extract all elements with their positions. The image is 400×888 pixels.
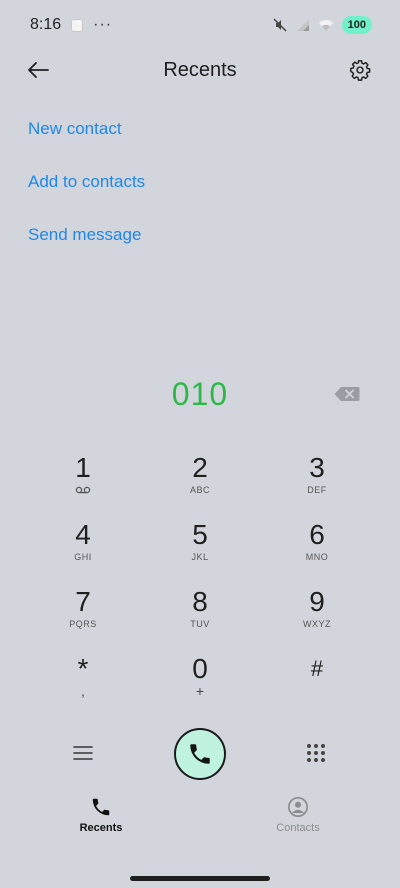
key-letters: GHI [74, 552, 92, 562]
key-6[interactable]: 6 MNO [234, 515, 400, 582]
key-letters: PQRS [69, 619, 97, 629]
new-contact-link[interactable]: New contact [28, 118, 145, 140]
more-notifications-icon: ··· [93, 16, 113, 33]
number-actions: New contact Add to contacts Send message [28, 118, 145, 277]
wifi-icon [318, 20, 333, 31]
send-message-link[interactable]: Send message [28, 224, 145, 246]
key-hash[interactable]: # [234, 649, 400, 716]
dialpad: 1 2 ABC 3 DEF 4 GHI 5 JKL 6 MNO 7 PQRS 8… [0, 448, 400, 716]
back-button[interactable] [24, 56, 52, 84]
key-digit: 6 [309, 519, 325, 550]
status-time: 8:16 [30, 16, 62, 33]
key-4[interactable]: 4 GHI [0, 515, 166, 582]
app-header: Recents [0, 50, 400, 90]
tab-label: Recents [79, 822, 123, 834]
dialer-actions [0, 728, 400, 780]
key-letters: JKL [191, 552, 209, 562]
home-indicator[interactable] [130, 876, 270, 881]
tab-contacts[interactable]: Contacts [248, 796, 348, 846]
key-star[interactable]: * , [0, 649, 166, 716]
key-8[interactable]: 8 TUV [166, 582, 234, 649]
phone-icon [190, 744, 210, 764]
key-letters: WXYZ [303, 619, 331, 629]
page-title: Recents [163, 58, 237, 81]
key-9[interactable]: 9 WXYZ [234, 582, 400, 649]
backspace-icon [334, 387, 360, 401]
mute-vibrate-icon [273, 18, 287, 32]
voicemail-icon [75, 486, 91, 494]
key-digit: 5 [192, 519, 208, 550]
person-circle-icon [288, 797, 308, 817]
key-0[interactable]: 0 + [166, 649, 234, 716]
key-digit: # [310, 656, 324, 681]
key-1[interactable]: 1 [0, 448, 166, 515]
key-digit: 4 [75, 519, 91, 550]
key-letters: , [81, 683, 85, 699]
add-to-contacts-link[interactable]: Add to contacts [28, 171, 145, 193]
tab-label: Contacts [276, 822, 320, 834]
key-5[interactable]: 5 JKL [166, 515, 234, 582]
key-letters: MNO [305, 552, 329, 562]
key-digit: 2 [192, 452, 208, 483]
bottom-tab-bar: Recents Contacts [0, 796, 400, 846]
key-digit: 8 [192, 586, 208, 617]
status-icons: 100 [272, 16, 372, 34]
key-3[interactable]: 3 DEF [234, 448, 400, 515]
key-digit: 1 [75, 452, 91, 483]
key-letters: TUV [190, 619, 210, 629]
settings-button[interactable] [346, 56, 374, 84]
arrow-left-icon [28, 62, 49, 78]
key-digit: * [77, 653, 89, 684]
key-7[interactable]: 7 PQRS [0, 582, 166, 649]
call-button[interactable] [174, 728, 226, 780]
key-letters: ABC [189, 485, 210, 495]
dialpad-grid-icon [307, 744, 325, 762]
tab-recents[interactable]: Recents [51, 796, 151, 846]
key-2[interactable]: 2 ABC [166, 448, 234, 515]
key-digit: 9 [309, 586, 325, 617]
signal-icon [296, 19, 309, 31]
key-digit: 3 [309, 452, 325, 483]
battery-indicator: 100 [341, 16, 372, 34]
dialpad-toggle-button[interactable] [304, 741, 328, 765]
backspace-button[interactable] [334, 385, 360, 403]
key-letters: + [195, 683, 205, 699]
phone-icon [92, 798, 110, 816]
hamburger-menu-icon [73, 746, 93, 760]
key-letters: DEF [307, 485, 327, 495]
notification-app-icon [71, 18, 84, 32]
key-digit: 7 [75, 586, 91, 617]
status-bar: 8:16 ··· 100 [0, 0, 400, 50]
gear-icon [350, 60, 371, 81]
key-digit: 0 [192, 653, 208, 684]
menu-button[interactable] [72, 742, 94, 764]
